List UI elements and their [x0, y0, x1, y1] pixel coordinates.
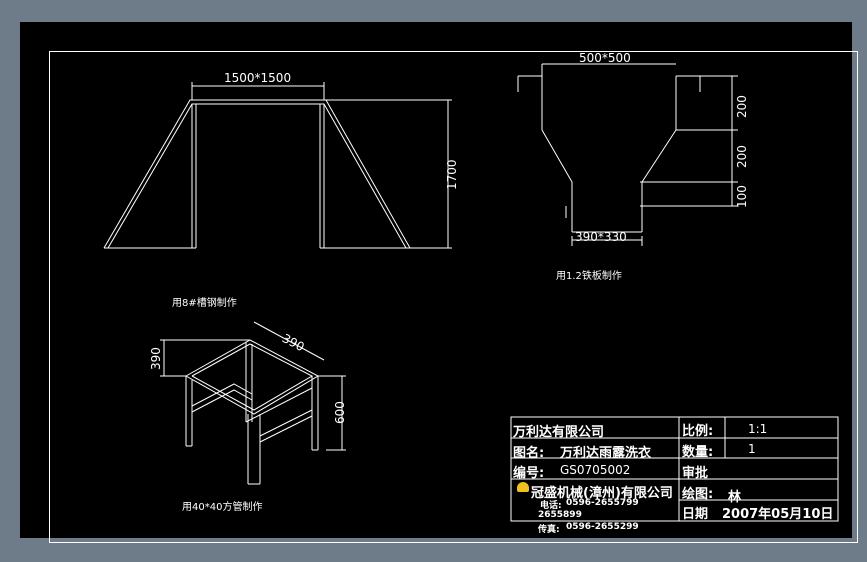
- drawing-number: GS0705002: [560, 463, 631, 477]
- quantity-value: 1: [748, 442, 756, 456]
- hopper-seg2-dim: 200: [735, 145, 749, 168]
- hopper-seg1-dim: 200: [735, 95, 749, 118]
- hopper-top-dim: 500*500: [579, 51, 631, 65]
- drawn-label: 绘图:: [682, 487, 714, 502]
- quantity-label: 数量:: [682, 445, 714, 460]
- scale-value: 1:1: [748, 422, 768, 436]
- drawing-sheet: 1500*1500 1700 用8#槽钢制作 500*500 200 200 1…: [20, 22, 858, 543]
- hopper-note: 用1.2铁板制作: [556, 271, 622, 282]
- frame-note: 用8#槽钢制作: [172, 298, 237, 309]
- drawing-name-label: 图名:: [513, 446, 545, 461]
- frame-height-dim: 1700: [445, 159, 459, 190]
- stand-note: 用40*40方管制作: [182, 502, 263, 513]
- cad-drawing: [103, 63, 839, 522]
- hopper-drawing: [517, 63, 738, 246]
- phone-number-1: 0596-2655799: [566, 498, 639, 508]
- scale-label: 比例:: [682, 424, 714, 439]
- company-logo-icon: [517, 482, 529, 492]
- company-name: 万利达有限公司: [513, 425, 605, 440]
- frame-drawing: [103, 82, 452, 249]
- drawing-name: 万利达雨露洗衣: [560, 446, 652, 461]
- hopper-bottom-dim: 390*330: [575, 230, 627, 244]
- stand-drawing: [160, 321, 346, 485]
- number-label: 编号:: [513, 466, 545, 481]
- fax-label: 传真:: [538, 525, 560, 535]
- hopper-seg3-dim: 100: [735, 185, 749, 208]
- stand-height-dim: 600: [333, 401, 347, 424]
- fax-number: 0596-2655299: [566, 522, 639, 532]
- phone-number-2: 2655899: [538, 510, 582, 520]
- frame-width-dim: 1500*1500: [224, 71, 292, 85]
- date-label: 日期: [682, 507, 709, 522]
- date-value: 2007年05月10日: [722, 507, 834, 522]
- approve-label: 审批: [682, 466, 709, 481]
- stand-width-dim: 390: [149, 347, 163, 370]
